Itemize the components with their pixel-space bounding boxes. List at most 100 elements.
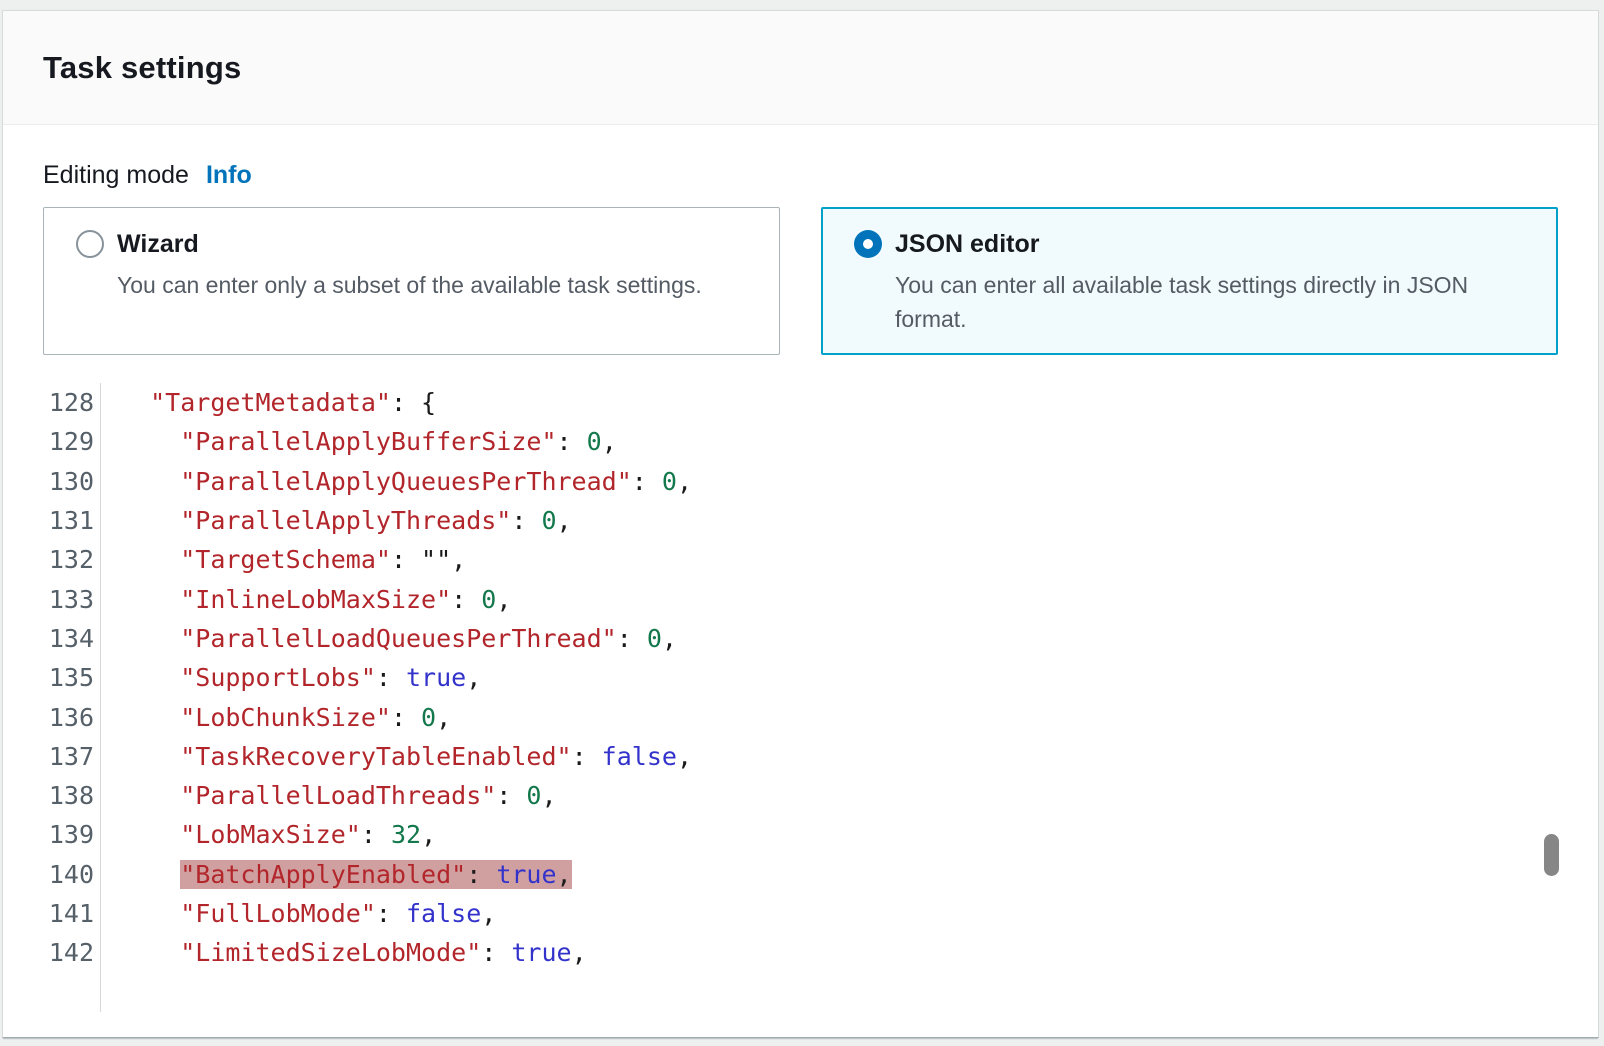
code-text[interactable]: "InlineLobMaxSize": 0, <box>101 585 511 614</box>
token-bool: true <box>511 938 571 967</box>
code-tokens: "TaskRecoveryTableEnabled": false, <box>180 742 692 771</box>
token-key: "LobChunkSize" <box>180 703 391 732</box>
code-tokens: "TargetSchema": "", <box>180 545 466 574</box>
token-num: 0 <box>587 427 602 456</box>
code-line[interactable]: 133 "InlineLobMaxSize": 0, <box>43 579 1558 618</box>
token-p: : <box>617 624 647 653</box>
token-p: , <box>572 938 587 967</box>
token-p: : <box>557 427 587 456</box>
token-key: "ParallelApplyThreads" <box>180 506 511 535</box>
token-key: "ParallelLoadQueuesPerThread" <box>180 624 617 653</box>
indent <box>120 703 180 732</box>
code-tokens: "ParallelLoadQueuesPerThread": 0, <box>180 624 677 653</box>
token-p: , <box>466 663 481 692</box>
line-number: 141 <box>43 894 101 933</box>
code-text[interactable]: "TaskRecoveryTableEnabled": false, <box>101 742 692 771</box>
token-p: : <box>496 781 526 810</box>
token-p: : <box>376 663 406 692</box>
code-tokens: "LimitedSizeLobMode": true, <box>180 938 586 967</box>
line-number: 140 <box>43 855 101 894</box>
indent <box>120 663 180 692</box>
token-p: , <box>677 467 692 496</box>
code-text[interactable]: "BatchApplyEnabled": true, <box>101 860 572 889</box>
code-line[interactable]: 141 "FullLobMode": false, <box>43 894 1558 933</box>
code-tokens: "SupportLobs": true, <box>180 663 481 692</box>
code-text[interactable]: "TargetMetadata": { <box>101 388 436 417</box>
code-line[interactable]: 132 "TargetSchema": "", <box>43 540 1558 579</box>
code-line-empty[interactable] <box>43 972 1558 1011</box>
line-number: 135 <box>43 658 101 697</box>
token-p: : <box>481 938 511 967</box>
code-text[interactable]: "ParallelLoadThreads": 0, <box>101 781 557 810</box>
code-line[interactable]: 134 "ParallelLoadQueuesPerThread": 0, <box>43 619 1558 658</box>
token-p: , <box>557 506 572 535</box>
token-num: 32 <box>391 820 421 849</box>
token-p: : <box>391 703 421 732</box>
line-number: 130 <box>43 462 101 501</box>
token-p: : { <box>391 388 436 417</box>
json-editor-option-text: JSON editor You can enter all available … <box>895 229 1513 336</box>
json-editor-option-tile[interactable]: JSON editor You can enter all available … <box>821 207 1558 355</box>
code-line[interactable]: 135 "SupportLobs": true, <box>43 658 1558 697</box>
code-text[interactable]: "LobMaxSize": 32, <box>101 820 436 849</box>
indent <box>120 938 180 967</box>
code-text[interactable]: "SupportLobs": true, <box>101 663 481 692</box>
token-key: "ParallelApplyBufferSize" <box>180 427 556 456</box>
code-text[interactable]: "ParallelApplyBufferSize": 0, <box>101 427 617 456</box>
line-number: 131 <box>43 501 101 540</box>
token-key: "LimitedSizeLobMode" <box>180 938 481 967</box>
wizard-option-tile[interactable]: Wizard You can enter only a subset of th… <box>43 207 780 355</box>
line-number: 136 <box>43 697 101 736</box>
code-line[interactable]: 128 "TargetMetadata": { <box>43 383 1558 422</box>
code-text[interactable]: "LobChunkSize": 0, <box>101 703 451 732</box>
line-number: 133 <box>43 579 101 618</box>
json-editor-radio-icon[interactable] <box>854 230 882 258</box>
wizard-radio-icon[interactable] <box>76 230 104 258</box>
code-text[interactable]: "FullLobMode": false, <box>101 899 496 928</box>
code-line[interactable]: 131 "ParallelApplyThreads": 0, <box>43 501 1558 540</box>
code-line[interactable]: 140 "BatchApplyEnabled": true, <box>43 855 1558 894</box>
code-text[interactable]: "TargetSchema": "", <box>101 545 466 574</box>
scrollbar-thumb[interactable] <box>1544 834 1559 876</box>
line-number: 142 <box>43 933 101 972</box>
indent <box>120 545 180 574</box>
token-bool: false <box>602 742 677 771</box>
token-key: "TargetSchema" <box>180 545 391 574</box>
code-text[interactable]: "LimitedSizeLobMode": true, <box>101 938 587 967</box>
json-code-editor[interactable]: 128 "TargetMetadata": {129 "ParallelAppl… <box>43 383 1558 1012</box>
token-num: 0 <box>481 585 496 614</box>
line-number: 139 <box>43 815 101 854</box>
code-line[interactable]: 130 "ParallelApplyQueuesPerThread": 0, <box>43 462 1558 501</box>
code-text[interactable]: "ParallelApplyThreads": 0, <box>101 506 572 535</box>
indent <box>120 820 180 849</box>
token-num: 0 <box>526 781 541 810</box>
info-link[interactable]: Info <box>206 161 252 190</box>
token-key: "ParallelLoadThreads" <box>180 781 496 810</box>
code-line[interactable]: 136 "LobChunkSize": 0, <box>43 697 1558 736</box>
json-editor-option-description: You can enter all available task setting… <box>895 268 1513 336</box>
code-tokens: "FullLobMode": false, <box>180 899 496 928</box>
token-p: , <box>451 545 466 574</box>
code-line[interactable]: 137 "TaskRecoveryTableEnabled": false, <box>43 737 1558 776</box>
code-text[interactable]: "ParallelLoadQueuesPerThread": 0, <box>101 624 677 653</box>
code-tokens: "ParallelLoadThreads": 0, <box>180 781 556 810</box>
line-number <box>43 972 101 1011</box>
line-number: 132 <box>43 540 101 579</box>
token-key: "SupportLobs" <box>180 663 376 692</box>
code-line[interactable]: 138 "ParallelLoadThreads": 0, <box>43 776 1558 815</box>
token-num: 0 <box>421 703 436 732</box>
code-tokens: "ParallelApplyThreads": 0, <box>180 506 571 535</box>
token-p: , <box>496 585 511 614</box>
indent <box>120 742 180 771</box>
token-p: , <box>662 624 677 653</box>
code-line[interactable]: 139 "LobMaxSize": 32, <box>43 815 1558 854</box>
token-p: , <box>602 427 617 456</box>
code-text[interactable]: "ParallelApplyQueuesPerThread": 0, <box>101 467 692 496</box>
token-key: "FullLobMode" <box>180 899 376 928</box>
editing-mode-row: Editing mode Info <box>43 161 1558 190</box>
code-line[interactable]: 129 "ParallelApplyBufferSize": 0, <box>43 422 1558 461</box>
token-bool: true <box>496 860 556 889</box>
highlighted-match: "BatchApplyEnabled": true, <box>180 860 571 889</box>
code-line[interactable]: 142 "LimitedSizeLobMode": true, <box>43 933 1558 972</box>
line-number: 129 <box>43 422 101 461</box>
